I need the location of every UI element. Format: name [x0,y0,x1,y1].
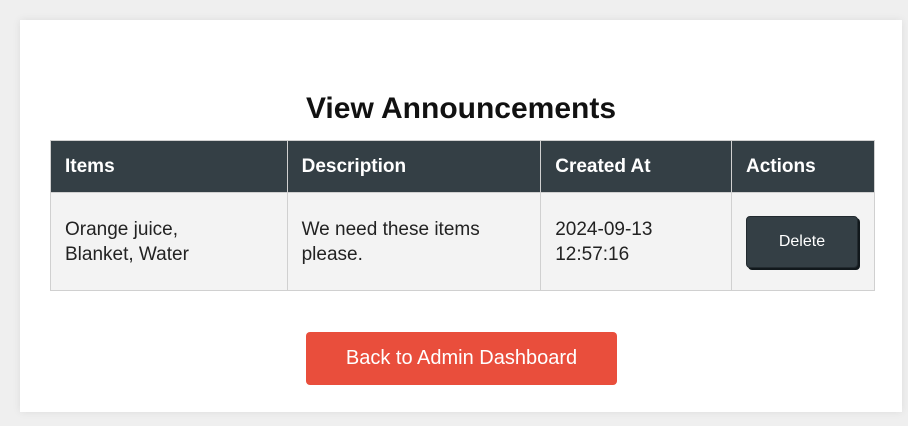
cell-description: We need these items please. [286,192,542,291]
announcements-table: Items Description Created At Actions Ora… [50,140,876,291]
created-at-text: 2024-09-13 12:57:16 [555,218,653,265]
cell-created-at: 2024-09-13 12:57:16 [540,192,732,291]
description-text: We need these items please. [301,218,480,265]
column-header-created-at: Created At [540,140,732,193]
back-to-admin-dashboard-button[interactable]: Back to Admin Dashboard [306,332,617,385]
cell-actions: Delete [730,192,876,291]
items-text: Orange juice, Blanket, Water [65,218,189,265]
page-title: View Announcements [305,92,617,125]
cell-items: Orange juice, Blanket, Water [50,192,288,291]
announcements-card: View Announcements Items Description Cre… [20,20,902,412]
table-row: Orange juice, Blanket, Water We need the… [50,192,876,291]
page: View Announcements Items Description Cre… [0,0,908,426]
table-header-row: Items Description Created At Actions [50,140,876,193]
column-header-items: Items [50,140,288,193]
delete-button[interactable]: Delete [745,215,858,268]
column-header-description: Description [286,140,542,193]
column-header-actions: Actions [730,140,876,193]
